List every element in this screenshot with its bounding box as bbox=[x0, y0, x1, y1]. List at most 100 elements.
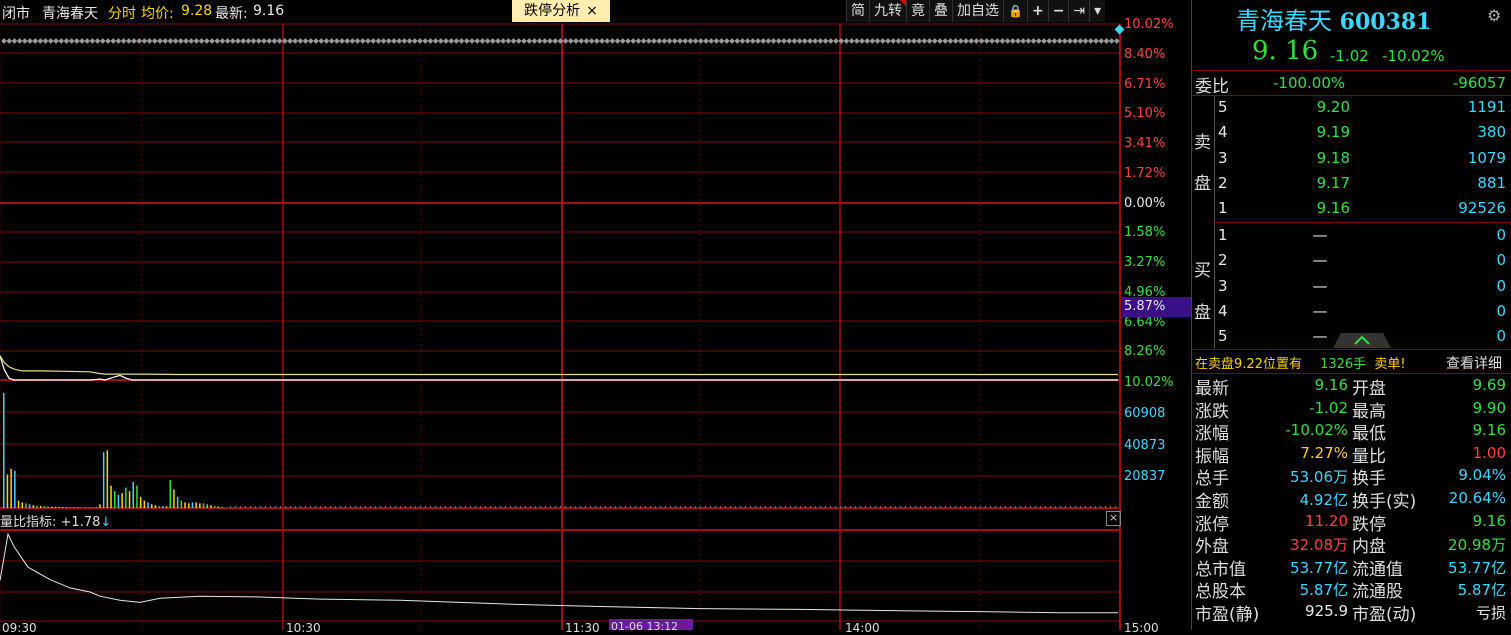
intraday-chart[interactable] bbox=[0, 0, 1122, 630]
volume-bar bbox=[210, 505, 212, 508]
volume-bar bbox=[840, 506, 841, 508]
price-axis-label: 6.64% bbox=[1124, 315, 1166, 330]
volume-bar bbox=[325, 506, 326, 508]
notice-amount: 1326手 bbox=[1320, 357, 1367, 372]
volume-bar bbox=[610, 506, 611, 508]
volume-bar bbox=[825, 506, 826, 508]
volume-bar bbox=[560, 506, 561, 508]
volume-bar bbox=[202, 503, 205, 508]
gear-icon[interactable]: ⚙ bbox=[1487, 6, 1501, 25]
volume-bar bbox=[565, 506, 566, 508]
close-icon[interactable]: × bbox=[1106, 511, 1121, 526]
stat-value: -1.02 bbox=[1309, 398, 1348, 417]
volume-ratio-value: +1.78 bbox=[60, 515, 101, 530]
book-price: — bbox=[1312, 276, 1328, 295]
stock-title: 青海春天 600381 bbox=[1236, 1, 1432, 36]
volume-bar bbox=[365, 506, 366, 508]
volume-bar bbox=[395, 506, 396, 508]
stat-value: 9.16 bbox=[1472, 511, 1506, 530]
order-notice[interactable]: 在卖盘9.22位置有 1326手 卖单! bbox=[1195, 353, 1406, 372]
volume-bar bbox=[730, 506, 731, 508]
last-price: 9. 16 bbox=[1252, 36, 1319, 66]
volume-bar bbox=[91, 507, 94, 508]
volume-bar bbox=[385, 506, 386, 508]
weibi-pct: -100.00% bbox=[1273, 74, 1346, 92]
sell-label: 盘 bbox=[1194, 174, 1211, 194]
volume-bar bbox=[895, 506, 896, 508]
volume-bar bbox=[3, 392, 5, 508]
price-axis-label: 10.02% bbox=[1124, 375, 1174, 390]
volume-bar bbox=[545, 506, 546, 508]
volume-bar bbox=[14, 470, 16, 508]
volume-bar bbox=[1085, 506, 1086, 508]
volume-bar bbox=[425, 506, 426, 508]
time-label: 11:30 bbox=[565, 621, 600, 635]
time-label: 15:00 bbox=[1124, 621, 1159, 635]
volume-bar bbox=[890, 506, 891, 508]
volume-bar bbox=[221, 506, 223, 508]
price-axis-label: 1.72% bbox=[1124, 166, 1166, 181]
volume-bar bbox=[102, 452, 105, 508]
book-level: 1 bbox=[1218, 226, 1228, 244]
arrow-down-icon: ↓ bbox=[100, 515, 112, 530]
stat-label: 涨幅 bbox=[1195, 424, 1229, 445]
weibi-diff: -96057 bbox=[1452, 74, 1506, 92]
stat-value: 53.77亿 bbox=[1290, 558, 1348, 577]
volume-bar bbox=[1065, 506, 1066, 508]
volume-bar bbox=[1020, 506, 1021, 508]
volume-bar bbox=[1070, 506, 1071, 508]
volume-bar bbox=[535, 506, 536, 508]
volume-bar bbox=[835, 506, 836, 508]
volume-bar bbox=[1010, 506, 1011, 508]
volume-bar bbox=[700, 506, 701, 508]
volume-bar bbox=[240, 506, 241, 508]
book-level: 1 bbox=[1218, 199, 1228, 218]
volume-bar bbox=[885, 506, 886, 508]
volume-bar bbox=[32, 505, 35, 508]
volume-bar bbox=[670, 506, 671, 508]
book-price: 9.16 bbox=[1316, 199, 1350, 218]
volume-bar bbox=[206, 504, 208, 508]
stat-label: 换手 bbox=[1352, 469, 1386, 490]
volume-bar bbox=[510, 506, 511, 508]
volume-bar bbox=[995, 506, 996, 508]
volume-bar bbox=[132, 481, 134, 508]
volume-bar bbox=[625, 506, 626, 508]
volume-bar bbox=[775, 506, 776, 508]
volume-bar bbox=[176, 496, 179, 508]
volume-bar bbox=[154, 505, 157, 508]
volume-bar bbox=[520, 506, 521, 508]
volume-bar bbox=[590, 506, 591, 508]
stat-value: 7.27% bbox=[1300, 443, 1348, 462]
volume-bar bbox=[1095, 506, 1096, 508]
price-axis-label: 5.10% bbox=[1124, 106, 1166, 121]
volume-bars bbox=[3, 392, 1116, 508]
volume-bar bbox=[765, 506, 766, 508]
view-detail-link[interactable]: 查看详细 bbox=[1446, 353, 1502, 373]
volume-bar bbox=[36, 505, 38, 508]
volume-bar bbox=[117, 494, 120, 508]
book-level: 4 bbox=[1218, 123, 1228, 142]
volume-ratio-series bbox=[0, 532, 1118, 614]
book-price: 9.17 bbox=[1316, 173, 1350, 192]
volume-bar bbox=[695, 506, 696, 508]
volume-bar bbox=[114, 491, 116, 508]
book-price: — bbox=[1312, 226, 1328, 244]
collapse-caret-icon[interactable] bbox=[1333, 333, 1391, 349]
volume-bar bbox=[335, 506, 336, 508]
stat-label: 外盘 bbox=[1195, 537, 1229, 558]
volume-bar bbox=[99, 504, 101, 508]
buy-label: 盘 bbox=[1194, 303, 1211, 323]
stat-value: 9.04% bbox=[1458, 466, 1506, 485]
volume-bar bbox=[340, 506, 341, 508]
volume-bar bbox=[355, 506, 356, 508]
volume-bar bbox=[305, 506, 306, 508]
volume-bar bbox=[505, 506, 506, 508]
cursor-time-label: 01-06 13:12 bbox=[611, 620, 679, 633]
volume-bar bbox=[860, 506, 861, 508]
volume-bar bbox=[25, 503, 27, 508]
volume-bar bbox=[465, 506, 466, 508]
volume-bar bbox=[65, 507, 68, 508]
book-price: — bbox=[1312, 301, 1328, 320]
volume-bar bbox=[435, 506, 436, 508]
